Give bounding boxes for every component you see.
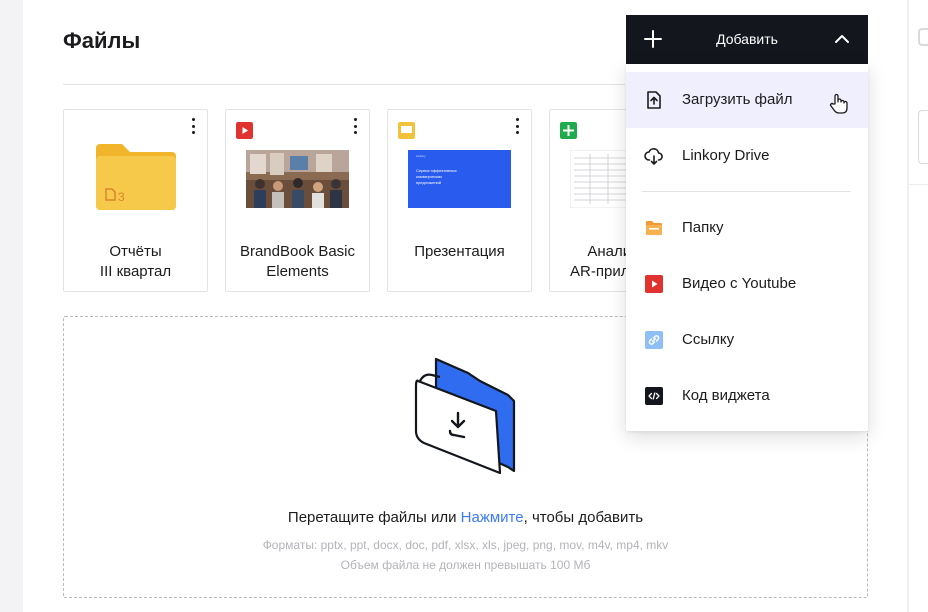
- right-panel: [908, 0, 928, 612]
- folder-icon: [96, 144, 176, 210]
- menu-item-linkory-drive[interactable]: Linkory Drive: [626, 128, 868, 184]
- file-name: Презентация: [414, 243, 505, 260]
- file-name: BrandBook Basic Elements: [239, 243, 356, 280]
- video-icon: [236, 122, 253, 139]
- add-button-label: Добавить: [716, 31, 778, 47]
- file-name: Отчёты III квартал: [99, 243, 172, 280]
- divider: [63, 84, 625, 85]
- menu-item-label: Ссылку: [682, 331, 735, 348]
- menu-item-label: Видео с Youtube: [682, 275, 797, 292]
- right-panel-card[interactable]: [918, 110, 928, 164]
- browse-files-link[interactable]: Нажмите: [461, 509, 524, 526]
- menu-divider: [642, 191, 851, 192]
- menu-item-youtube-video[interactable]: Видео с Youtube: [626, 256, 868, 312]
- file-tile-video[interactable]: BrandBook Basic Elements: [225, 109, 370, 292]
- folder-icon: [646, 221, 662, 235]
- supported-formats: Форматы: pptx, ppt, docx, doc, pdf, xlsx…: [262, 538, 669, 552]
- right-panel-control[interactable]: [918, 28, 928, 46]
- spreadsheet-icon: [560, 122, 577, 139]
- presentation-thumbnail: Linkory Сервис эффективных коммерческих …: [408, 150, 511, 208]
- page-title: Файлы: [63, 28, 141, 53]
- hand-cursor-icon: [829, 93, 848, 114]
- dropzone-instruction: Перетащите файлы или Нажмите, чтобы доба…: [287, 509, 644, 526]
- menu-item-link[interactable]: Ссылку: [626, 312, 868, 368]
- menu-item-widget-code[interactable]: Код виджета: [626, 368, 868, 424]
- add-dropdown-menu: Загрузить файл Linkory Drive Папку Видео…: [626, 64, 868, 431]
- code-icon: [645, 387, 663, 405]
- video-thumbnail: [246, 150, 349, 208]
- link-icon: [645, 331, 663, 349]
- add-button[interactable]: Добавить: [626, 15, 868, 64]
- presentation-icon: [398, 122, 415, 139]
- more-options-icon[interactable]: [353, 118, 357, 134]
- youtube-icon: [645, 275, 663, 293]
- menu-item-upload-file[interactable]: Загрузить файл: [626, 72, 868, 128]
- menu-item-folder[interactable]: Папку: [626, 200, 868, 256]
- chevron-up-icon[interactable]: [834, 31, 850, 47]
- upload-folder-illustration: [414, 357, 516, 475]
- menu-item-label: Linkory Drive: [682, 147, 770, 164]
- menu-item-label: Код виджета: [682, 387, 770, 404]
- file-tile-folder[interactable]: 3 Отчёты III квартал: [63, 109, 208, 292]
- menu-item-label: Загрузить файл: [682, 91, 793, 108]
- file-tile-presentation[interactable]: Linkory Сервис эффективных коммерческих …: [387, 109, 532, 292]
- upload-icon: [647, 91, 661, 109]
- more-options-icon[interactable]: [515, 118, 519, 134]
- folder-file-count: 3: [118, 190, 125, 204]
- cloud-download-icon: [644, 148, 663, 165]
- menu-item-label: Папку: [682, 219, 724, 236]
- more-options-icon[interactable]: [191, 118, 195, 134]
- size-limit: Объем файла не должен превышать 100 Мб: [340, 558, 591, 572]
- file-name: Анализ AR-прило: [570, 243, 638, 280]
